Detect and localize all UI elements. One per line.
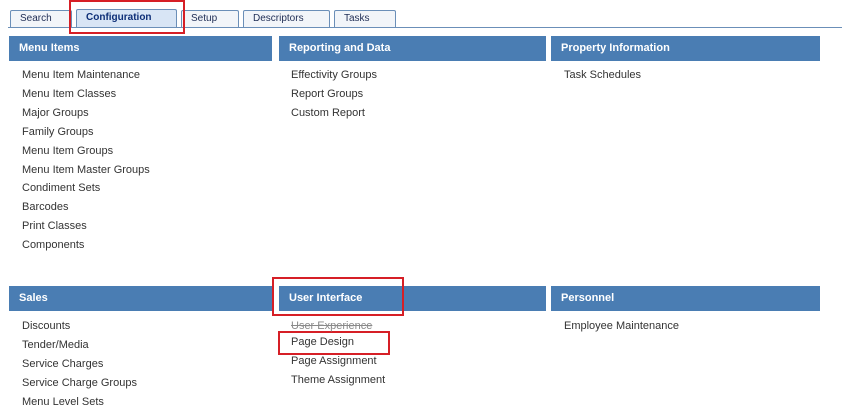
tab-tasks[interactable]: Tasks <box>334 10 396 27</box>
section-header-property-information: Property Information <box>551 36 820 61</box>
link-service-charge-groups[interactable]: Service Charge Groups <box>22 377 137 390</box>
link-menu-item-master-groups[interactable]: Menu Item Master Groups <box>22 164 150 177</box>
link-menu-item-maintenance[interactable]: Menu Item Maintenance <box>22 69 140 82</box>
link-components[interactable]: Components <box>22 239 84 252</box>
section-header-user-interface: User Interface <box>279 286 546 311</box>
link-major-groups[interactable]: Major Groups <box>22 107 89 120</box>
link-menu-level-sets[interactable]: Menu Level Sets <box>22 396 104 409</box>
link-service-charges[interactable]: Service Charges <box>22 358 103 371</box>
tab-setup[interactable]: Setup <box>181 10 239 27</box>
link-theme-assignment[interactable]: Theme Assignment <box>291 374 385 387</box>
tab-underline <box>8 27 842 28</box>
tab-descriptors[interactable]: Descriptors <box>243 10 330 27</box>
section-header-menu-items: Menu Items <box>9 36 272 61</box>
tab-configuration[interactable]: Configuration <box>76 9 177 28</box>
link-menu-item-classes[interactable]: Menu Item Classes <box>22 88 116 101</box>
link-page-assignment[interactable]: Page Assignment <box>291 355 377 368</box>
section-header-sales: Sales <box>9 286 272 311</box>
tab-bar: Search Configuration Setup Descriptors T… <box>0 0 845 28</box>
link-tender-media[interactable]: Tender/Media <box>22 339 89 352</box>
link-page-design[interactable]: Page Design <box>291 336 354 349</box>
tab-search[interactable]: Search <box>10 10 72 27</box>
section-header-reporting-and-data: Reporting and Data <box>279 36 546 61</box>
link-employee-maintenance[interactable]: Employee Maintenance <box>564 320 679 333</box>
link-menu-item-groups[interactable]: Menu Item Groups <box>22 145 113 158</box>
link-print-classes[interactable]: Print Classes <box>22 220 87 233</box>
link-custom-report[interactable]: Custom Report <box>291 107 365 120</box>
link-user-experience[interactable]: User Experience <box>291 320 372 333</box>
link-report-groups[interactable]: Report Groups <box>291 88 363 101</box>
link-task-schedules[interactable]: Task Schedules <box>564 69 641 82</box>
link-discounts[interactable]: Discounts <box>22 320 70 333</box>
link-effectivity-groups[interactable]: Effectivity Groups <box>291 69 377 82</box>
link-barcodes[interactable]: Barcodes <box>22 201 68 214</box>
link-condiment-sets[interactable]: Condiment Sets <box>22 182 100 195</box>
link-family-groups[interactable]: Family Groups <box>22 126 94 139</box>
section-header-personnel: Personnel <box>551 286 820 311</box>
